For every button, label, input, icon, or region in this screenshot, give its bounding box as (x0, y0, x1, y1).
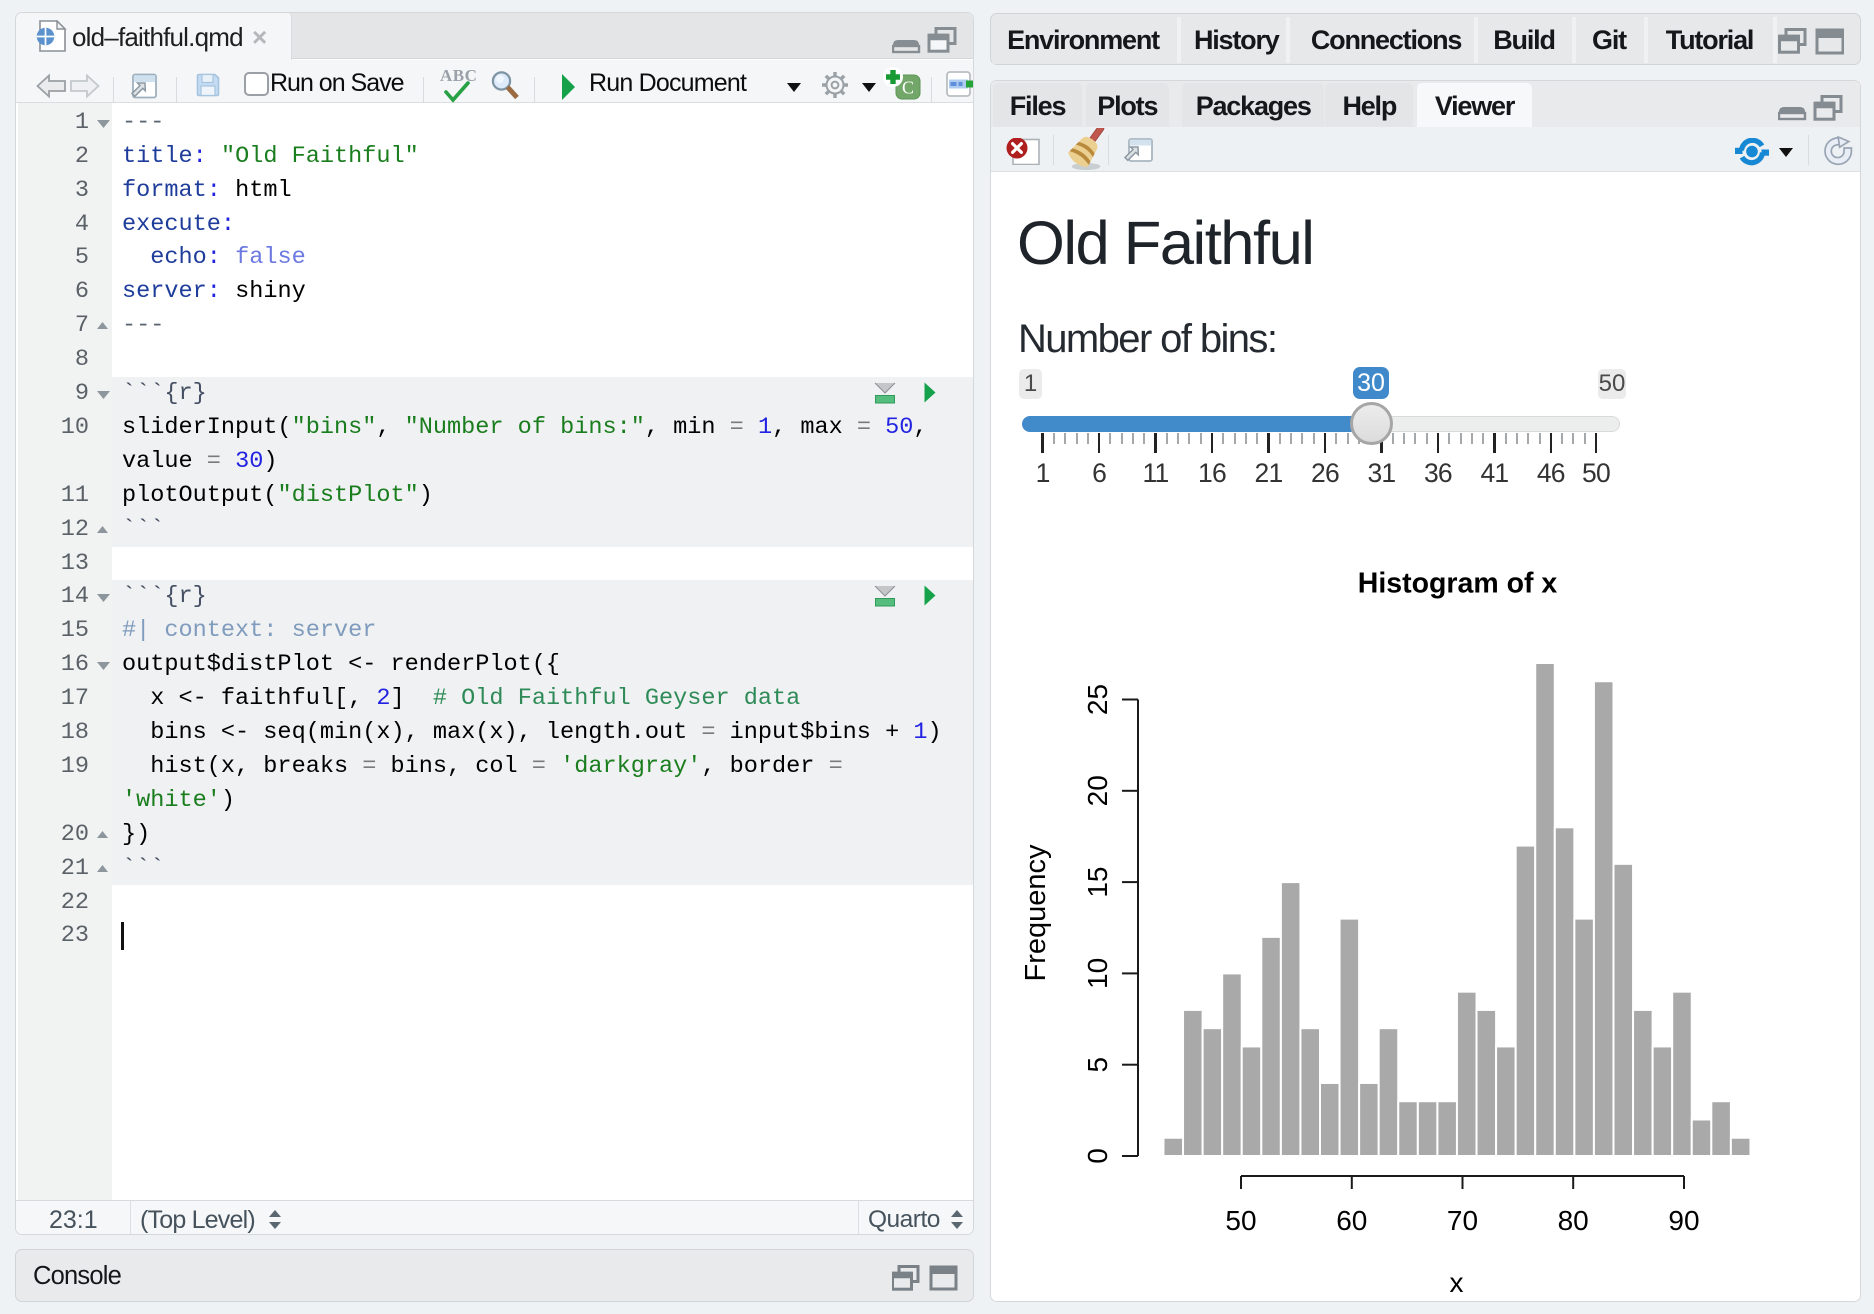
svg-text:50: 50 (1225, 1205, 1256, 1236)
svg-text:25: 25 (1082, 684, 1113, 715)
svg-text:0: 0 (1082, 1148, 1113, 1164)
svg-text:x: x (1450, 1267, 1464, 1298)
svg-text:5: 5 (1082, 1057, 1113, 1073)
svg-text:80: 80 (1558, 1205, 1589, 1236)
svg-text:15: 15 (1082, 867, 1113, 898)
svg-text:C: C (902, 78, 914, 98)
svg-text:20: 20 (1082, 775, 1113, 806)
svg-text:70: 70 (1447, 1205, 1478, 1236)
svg-text:10: 10 (1082, 958, 1113, 989)
svg-text:Histogram of x: Histogram of x (1358, 567, 1558, 599)
svg-text:60: 60 (1336, 1205, 1367, 1236)
svg-text:90: 90 (1668, 1205, 1699, 1236)
svg-text:Frequency: Frequency (1020, 844, 1052, 982)
